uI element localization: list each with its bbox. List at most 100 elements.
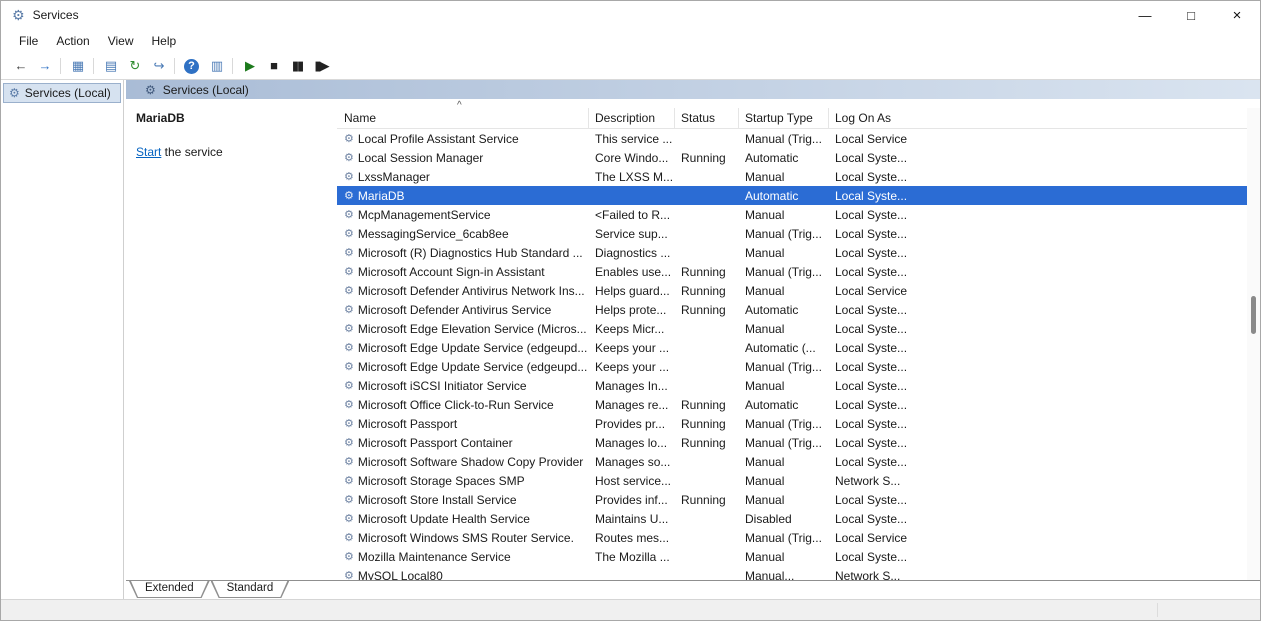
forward-icon[interactable]: → bbox=[32, 56, 56, 76]
menu-action[interactable]: Action bbox=[47, 31, 98, 51]
tab-standard[interactable]: Standard bbox=[211, 581, 290, 598]
cell-log-on-as: Local Syste... bbox=[829, 360, 1260, 374]
service-name-text: Microsoft (R) Diagnostics Hub Standard .… bbox=[358, 246, 583, 260]
menu-help[interactable]: Help bbox=[143, 31, 186, 51]
table-row[interactable]: ⚙MySQL Local80Manual...Network S... bbox=[337, 566, 1260, 580]
cell-name: ⚙MessagingService_6cab8ee bbox=[337, 227, 589, 241]
tab-extended[interactable]: Extended bbox=[129, 581, 210, 598]
service-name-text: Microsoft Passport Container bbox=[358, 436, 513, 450]
stop-service-icon[interactable]: ■ bbox=[261, 56, 285, 76]
cell-startup-type: Manual (Trig... bbox=[739, 227, 829, 241]
tree-item-label: Services (Local) bbox=[25, 86, 111, 100]
table-row[interactable]: ⚙Microsoft Update Health ServiceMaintain… bbox=[337, 509, 1260, 528]
table-row[interactable]: ⚙McpManagementService<Failed to R...Manu… bbox=[337, 205, 1260, 224]
cell-name: ⚙Microsoft Edge Elevation Service (Micro… bbox=[337, 322, 589, 336]
table-row[interactable]: ⚙LxssManagerThe LXSS M...ManualLocal Sys… bbox=[337, 167, 1260, 186]
table-row[interactable]: ⚙Microsoft Storage Spaces SMPHost servic… bbox=[337, 471, 1260, 490]
help-icon[interactable]: ? bbox=[184, 59, 199, 74]
table-row[interactable]: ⚙Microsoft Store Install ServiceProvides… bbox=[337, 490, 1260, 509]
cell-startup-type: Manual bbox=[739, 322, 829, 336]
vertical-scrollbar[interactable] bbox=[1247, 108, 1260, 580]
cell-name: ⚙Microsoft Office Click-to-Run Service bbox=[337, 398, 589, 412]
cell-name: ⚙Microsoft Defender Antivirus Network In… bbox=[337, 284, 589, 298]
cell-startup-type: Manual bbox=[739, 493, 829, 507]
cell-name: ⚙Mozilla Maintenance Service bbox=[337, 550, 589, 564]
cell-startup-type: Manual (Trig... bbox=[739, 265, 829, 279]
service-gear-icon: ⚙ bbox=[344, 436, 354, 449]
table-row[interactable]: ⚙Microsoft Edge Elevation Service (Micro… bbox=[337, 319, 1260, 338]
service-gear-icon: ⚙ bbox=[344, 569, 354, 580]
cell-startup-type: Manual (Trig... bbox=[739, 531, 829, 545]
service-list: ⚙Local Profile Assistant ServiceThis ser… bbox=[337, 129, 1260, 580]
table-row[interactable]: ⚙Microsoft Edge Update Service (edgeupd.… bbox=[337, 338, 1260, 357]
console-tree-pane: ⚙Services (Local) bbox=[1, 80, 124, 599]
column-header-log-on-as[interactable]: Log On As bbox=[829, 108, 1260, 128]
service-gear-icon: ⚙ bbox=[344, 265, 354, 278]
pane-header-title: Services (Local) bbox=[163, 83, 249, 97]
table-row[interactable]: ⚙MariaDBAutomaticLocal Syste... bbox=[337, 186, 1260, 205]
table-row[interactable]: ⚙Microsoft Passport ContainerManages lo.… bbox=[337, 433, 1260, 452]
table-row[interactable]: ⚙MessagingService_6cab8eeService sup...M… bbox=[337, 224, 1260, 243]
cell-log-on-as: Local Syste... bbox=[829, 493, 1260, 507]
back-icon[interactable]: ← bbox=[8, 56, 32, 76]
cell-startup-type: Automatic bbox=[739, 398, 829, 412]
cell-name: ⚙Microsoft Edge Update Service (edgeupd.… bbox=[337, 360, 589, 374]
column-header-name[interactable]: Name bbox=[337, 108, 589, 128]
table-row[interactable]: ⚙Local Profile Assistant ServiceThis ser… bbox=[337, 129, 1260, 148]
refresh-icon[interactable]: ↻ bbox=[122, 56, 146, 76]
cell-name: ⚙ Microsoft Update Health Service bbox=[337, 512, 589, 526]
column-header-startup-type[interactable]: Startup Type bbox=[739, 108, 829, 128]
table-row[interactable]: ⚙Microsoft Office Click-to-Run ServiceMa… bbox=[337, 395, 1260, 414]
cell-name: ⚙Microsoft Passport bbox=[337, 417, 589, 431]
table-row[interactable]: ⚙Microsoft PassportProvides pr...Running… bbox=[337, 414, 1260, 433]
service-name-text: MariaDB bbox=[358, 189, 405, 203]
status-bar bbox=[1, 599, 1260, 620]
cell-log-on-as: Local Syste... bbox=[829, 208, 1260, 222]
column-header-status[interactable]: Status bbox=[675, 108, 739, 128]
service-gear-icon: ⚙ bbox=[344, 512, 354, 525]
view-tabs: ExtendedStandard bbox=[126, 580, 1260, 599]
cell-startup-type: Manual bbox=[739, 474, 829, 488]
table-row[interactable]: ⚙Microsoft (R) Diagnostics Hub Standard … bbox=[337, 243, 1260, 262]
properties-icon[interactable]: ▤ bbox=[98, 56, 122, 76]
service-gear-icon: ⚙ bbox=[344, 379, 354, 392]
close-button[interactable]: × bbox=[1214, 1, 1260, 29]
tree-item-services-local[interactable]: ⚙Services (Local) bbox=[3, 83, 121, 103]
table-row[interactable]: ⚙Microsoft Defender Antivirus ServiceHel… bbox=[337, 300, 1260, 319]
cell-description: Manages In... bbox=[589, 379, 675, 393]
column-header-description[interactable]: Description bbox=[589, 108, 675, 128]
service-name-text: Microsoft Update Health Service bbox=[358, 512, 530, 526]
cell-log-on-as: Local Syste... bbox=[829, 170, 1260, 184]
cell-startup-type: Manual (Trig... bbox=[739, 360, 829, 374]
service-name-text: Microsoft Office Click-to-Run Service bbox=[358, 398, 554, 412]
cell-name: ⚙Local Session Manager bbox=[337, 151, 589, 165]
menu-file[interactable]: File bbox=[10, 31, 47, 51]
start-service-link[interactable]: Start bbox=[136, 145, 161, 159]
cell-status: Running bbox=[675, 265, 739, 279]
table-row[interactable]: ⚙Microsoft iSCSI Initiator ServiceManage… bbox=[337, 376, 1260, 395]
service-detail-panel: MariaDB Start the service bbox=[126, 99, 337, 580]
services-header-icon: ⚙ bbox=[145, 83, 156, 97]
table-row[interactable]: ⚙Microsoft Edge Update Service (edgeupd.… bbox=[337, 357, 1260, 376]
extended-view-icon[interactable]: ▥ bbox=[204, 56, 228, 76]
table-row[interactable]: ⚙Microsoft Windows SMS Router Service.Ro… bbox=[337, 528, 1260, 547]
start-service-icon[interactable]: ▶ bbox=[237, 56, 261, 76]
export-list-icon[interactable]: ↪ bbox=[146, 56, 170, 76]
cell-description: Provides pr... bbox=[589, 417, 675, 431]
menu-view[interactable]: View bbox=[99, 31, 143, 51]
table-row[interactable]: ⚙Microsoft Account Sign-in AssistantEnab… bbox=[337, 262, 1260, 281]
cell-status: Running bbox=[675, 398, 739, 412]
scrollbar-thumb[interactable] bbox=[1251, 296, 1256, 334]
maximize-button[interactable]: □ bbox=[1168, 1, 1214, 29]
table-row[interactable]: ⚙Microsoft Software Shadow Copy Provider… bbox=[337, 452, 1260, 471]
pause-service-icon[interactable]: ▮▮ bbox=[285, 56, 309, 76]
service-gear-icon: ⚙ bbox=[344, 189, 354, 202]
table-row[interactable]: ⚙Local Session ManagerCore Windo...Runni… bbox=[337, 148, 1260, 167]
table-row[interactable]: ⚙Mozilla Maintenance ServiceThe Mozilla … bbox=[337, 547, 1260, 566]
minimize-button[interactable]: — bbox=[1122, 1, 1168, 29]
show-console-tree-icon[interactable]: ▦ bbox=[65, 56, 89, 76]
cell-name: ⚙ Microsoft Passport Container bbox=[337, 436, 589, 450]
table-row[interactable]: ⚙Microsoft Defender Antivirus Network In… bbox=[337, 281, 1260, 300]
status-bar-segment bbox=[1157, 603, 1245, 617]
restart-service-icon[interactable]: ▮▶ bbox=[309, 56, 333, 76]
